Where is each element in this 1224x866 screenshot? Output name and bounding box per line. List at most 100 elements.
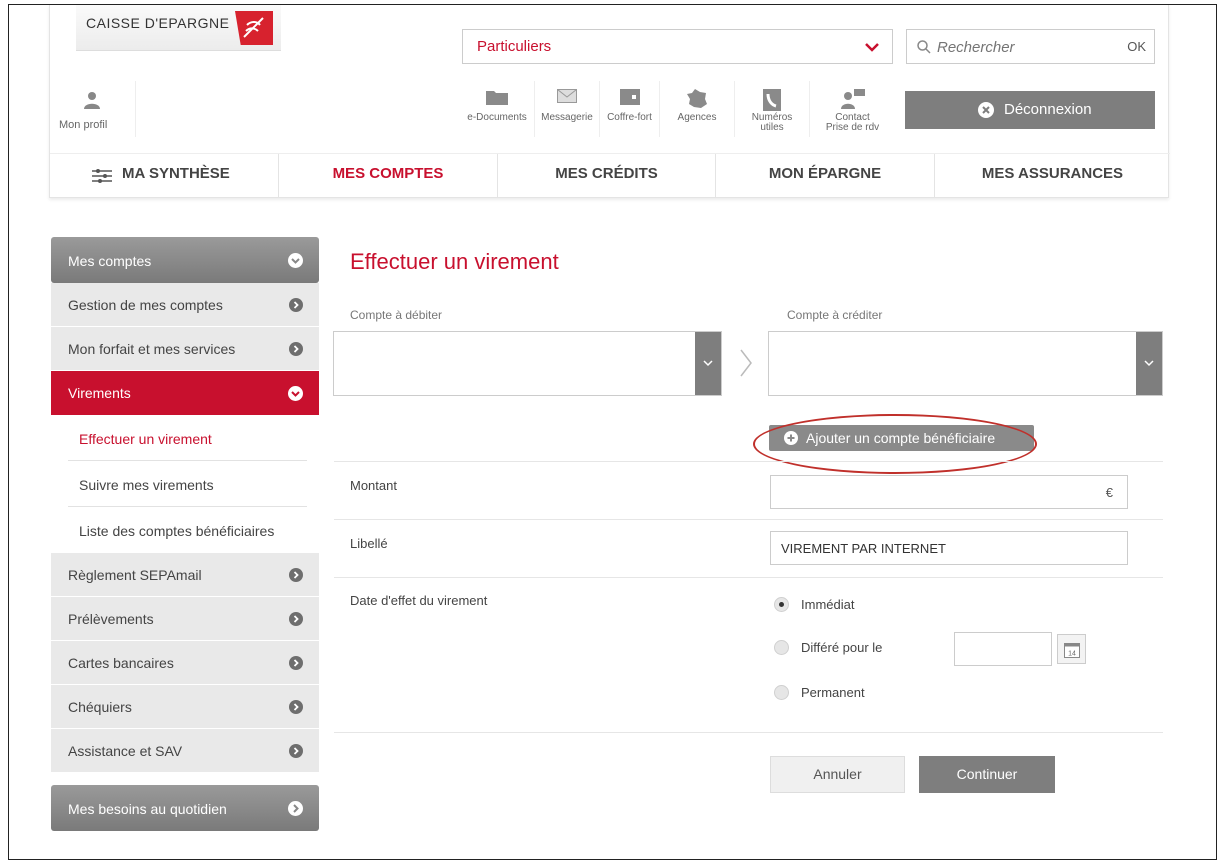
chevron-right-icon — [740, 349, 752, 377]
continue-button[interactable]: Continuer — [919, 756, 1055, 793]
debit-account-label: Compte à débiter — [350, 308, 443, 322]
browser-viewport: CAISSE D'EPARGNE Particuliers OK Mon pro… — [8, 4, 1217, 860]
tab-label: MES COMPTES — [332, 165, 444, 182]
sidebar-section-mes-comptes[interactable]: Mes comptes — [51, 237, 319, 283]
sliders-icon — [92, 169, 112, 183]
tool-label-line2: utiles — [760, 122, 784, 133]
amount-input[interactable] — [777, 482, 1077, 502]
chevron-right-icon — [289, 342, 303, 356]
advisor-icon — [840, 89, 865, 109]
calendar-icon-day: 14 — [1068, 651, 1076, 658]
tab-label: MES ASSURANCES — [981, 165, 1124, 182]
sidebar-item-label: Cartes bancaires — [68, 655, 174, 671]
user-icon — [84, 92, 100, 109]
divider — [334, 732, 1163, 733]
calendar-icon: 14 — [1064, 643, 1080, 658]
radio-immediat-label: Immédiat — [801, 597, 855, 612]
profile-label: Mon profil — [59, 119, 108, 131]
tab-mes-credits[interactable]: MES CRÉDITS — [498, 154, 716, 198]
sidebar-item-gestion[interactable]: Gestion de mes comptes — [51, 283, 319, 327]
calendar-button[interactable]: 14 — [1057, 634, 1086, 664]
sidebar-item-label: Assistance et SAV — [68, 743, 183, 759]
sidebar-item-label: Virements — [68, 385, 131, 401]
page-title: Effectuer un virement — [350, 249, 559, 274]
sidebar-item-assistance[interactable]: Assistance et SAV — [51, 729, 319, 773]
radio-immediat[interactable] — [774, 597, 789, 612]
close-circle-icon — [978, 102, 994, 118]
credit-account-label: Compte à créditer — [787, 308, 883, 322]
chevron-down-icon — [288, 253, 303, 268]
sidebar-item-forfait[interactable]: Mon forfait et mes services — [51, 327, 319, 371]
sidebar-section-besoins[interactable]: Mes besoins au quotidien — [51, 785, 319, 831]
radio-differe[interactable] — [774, 640, 789, 655]
phone-icon — [763, 89, 781, 111]
sidebar-item-prelevements[interactable]: Prélèvements — [51, 597, 319, 641]
e-documents-button[interactable]: e-Documents — [460, 81, 535, 137]
tab-label: MES CRÉDITS — [555, 165, 658, 182]
radio-differe-label: Différé pour le — [801, 640, 883, 655]
divider — [334, 519, 1163, 520]
sidebar-section-title: Mes besoins au quotidien — [68, 801, 227, 817]
libelle-input[interactable] — [770, 531, 1128, 565]
segment-select-value: Particuliers — [477, 38, 552, 55]
tab-ma-synthese[interactable]: MA SYNTHÈSE — [50, 154, 279, 198]
logout-button[interactable]: Déconnexion — [905, 91, 1155, 129]
tool-label: Coffre-fort — [607, 112, 652, 123]
chevron-down-icon — [1136, 332, 1162, 395]
sidebar-subitem-liste-beneficiaires[interactable]: Liste des comptes bénéficiaires — [51, 507, 319, 553]
brand-name: CAISSE D'EPARGNE — [86, 15, 230, 31]
france-map-icon — [687, 89, 707, 108]
amount-label: Montant — [350, 478, 397, 493]
currency-label: € — [1105, 485, 1113, 500]
sidebar-item-label: Chéquiers — [68, 699, 132, 715]
chevron-right-icon — [289, 612, 303, 626]
chevron-right-icon — [288, 801, 303, 816]
brand-logo[interactable]: CAISSE D'EPARGNE — [76, 5, 281, 51]
tab-mon-epargne[interactable]: MON ÉPARGNE — [716, 154, 935, 198]
sidebar-subitem-label: Suivre mes virements — [79, 477, 214, 493]
chevron-right-icon — [289, 298, 303, 312]
tab-mes-assurances[interactable]: MES ASSURANCES — [935, 154, 1170, 198]
libelle-label: Libellé — [350, 536, 388, 551]
debit-account-select[interactable] — [333, 331, 722, 396]
tool-label: Messagerie — [541, 112, 593, 123]
highlight-annotation-ring — [753, 414, 1037, 474]
tool-label: Agences — [677, 112, 717, 123]
search-submit-button[interactable]: OK — [1127, 39, 1146, 54]
segment-select[interactable]: Particuliers — [462, 29, 893, 64]
sidebar-subitem-effectuer-virement[interactable]: Effectuer un virement — [51, 415, 319, 461]
tool-label: e-Documents — [467, 112, 527, 123]
tab-label: MON ÉPARGNE — [768, 165, 882, 182]
sidebar-item-label: Mon forfait et mes services — [68, 341, 236, 357]
sidebar-item-label: Prélèvements — [68, 611, 154, 627]
contact-rdv-button[interactable]: Contact Prise de rdv — [810, 81, 895, 137]
search-input[interactable] — [937, 36, 1107, 58]
chevron-down-icon — [695, 332, 721, 395]
sidebar-subitem-label: Effectuer un virement — [79, 431, 212, 447]
tab-label: MA SYNTHÈSE — [122, 165, 230, 182]
sidebar-item-sepamail[interactable]: Règlement SEPAmail — [51, 553, 319, 597]
deferred-date-input[interactable] — [954, 632, 1052, 666]
sidebar-item-label: Gestion de mes comptes — [68, 297, 223, 313]
main-navigation: MA SYNTHÈSE MES COMPTES MES CRÉDITS MON … — [50, 153, 1170, 198]
agences-button[interactable]: Agences — [660, 81, 735, 137]
profile-button[interactable]: Mon profil — [50, 81, 136, 137]
tool-label: Numéros utiles — [735, 113, 809, 133]
messagerie-button[interactable]: Messagerie — [535, 81, 600, 137]
coffre-fort-button[interactable]: Coffre-fort — [600, 81, 660, 137]
search-icon — [917, 40, 931, 54]
numeros-utiles-button[interactable]: Numéros utiles — [735, 81, 810, 137]
sidebar-item-cartes[interactable]: Cartes bancaires — [51, 641, 319, 685]
sidebar-item-virements[interactable]: Virements — [51, 371, 319, 415]
logout-label: Déconnexion — [1004, 101, 1092, 118]
cancel-button[interactable]: Annuler — [770, 756, 905, 793]
tool-label-line2: Prise de rdv — [825, 122, 880, 133]
credit-account-select[interactable] — [768, 331, 1163, 396]
amount-field[interactable]: € — [770, 475, 1128, 509]
chevron-down-icon — [288, 386, 303, 401]
tab-mes-comptes[interactable]: MES COMPTES — [279, 154, 498, 198]
radio-permanent[interactable] — [774, 685, 789, 700]
tool-label: Contact Prise de rdv — [810, 113, 895, 133]
sidebar-subitem-suivre-virements[interactable]: Suivre mes virements — [51, 461, 319, 507]
sidebar-item-chequiers[interactable]: Chéquiers — [51, 685, 319, 729]
